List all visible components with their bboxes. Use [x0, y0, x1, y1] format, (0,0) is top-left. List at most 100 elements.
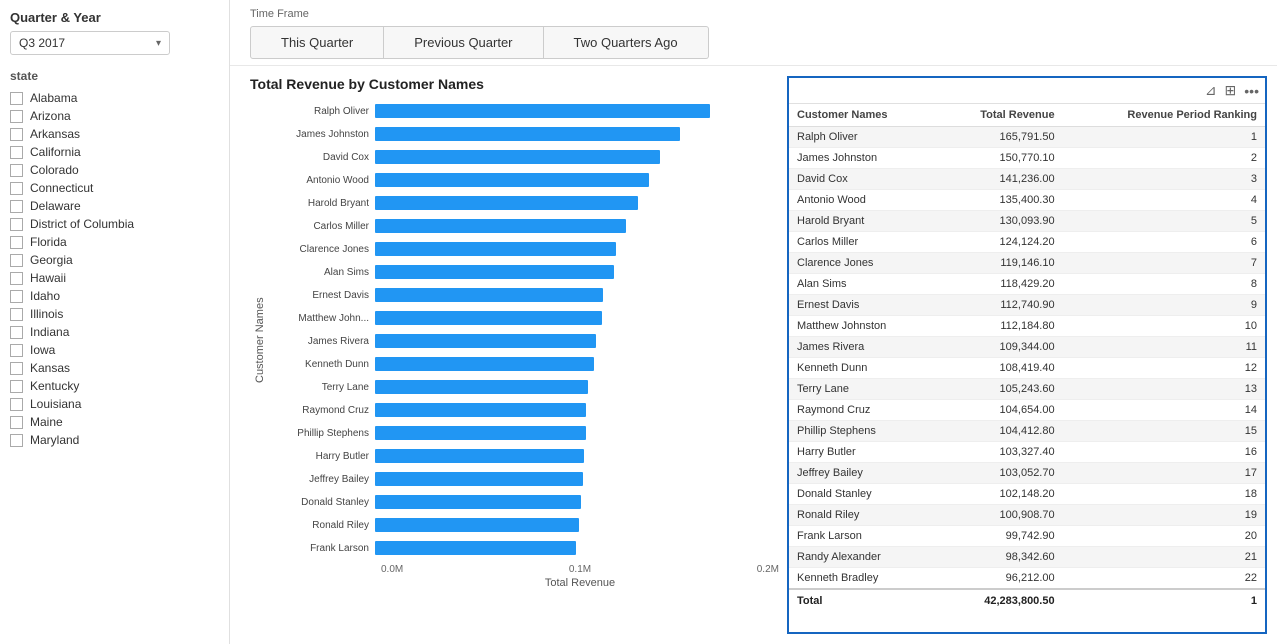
cell-name: Clarence Jones	[789, 253, 937, 274]
state-checkbox[interactable]	[10, 398, 23, 411]
bar-container	[375, 104, 779, 118]
state-checkbox[interactable]	[10, 218, 23, 231]
table-row: James Rivera 109,344.00 11	[789, 337, 1265, 358]
cell-revenue: 135,400.30	[937, 190, 1063, 211]
cell-revenue: 103,327.40	[937, 442, 1063, 463]
table-row: Kenneth Dunn 108,419.40 12	[789, 358, 1265, 379]
cell-rank: 7	[1063, 253, 1265, 274]
state-name: Kansas	[30, 361, 70, 375]
state-item[interactable]: Maryland	[10, 431, 219, 449]
state-item[interactable]: Delaware	[10, 197, 219, 215]
bar-row: Alan Sims	[270, 261, 779, 283]
state-item[interactable]: Kentucky	[10, 377, 219, 395]
bar-container	[375, 311, 779, 325]
bar-fill	[375, 541, 576, 555]
cell-rank: 13	[1063, 379, 1265, 400]
state-item[interactable]: Indiana	[10, 323, 219, 341]
tf-btn-this-quarter[interactable]: This Quarter	[250, 26, 384, 59]
table-row: Clarence Jones 119,146.10 7	[789, 253, 1265, 274]
cell-rank: 6	[1063, 232, 1265, 253]
state-item[interactable]: Arkansas	[10, 125, 219, 143]
cell-rank: 11	[1063, 337, 1265, 358]
tf-btn-previous-quarter[interactable]: Previous Quarter	[384, 26, 543, 59]
state-checkbox[interactable]	[10, 164, 23, 177]
table-scroll[interactable]: Customer Names Total Revenue Revenue Per…	[789, 104, 1265, 632]
state-item[interactable]: Georgia	[10, 251, 219, 269]
state-checkbox[interactable]	[10, 434, 23, 447]
state-checkbox[interactable]	[10, 182, 23, 195]
bar-container	[375, 426, 779, 440]
state-checkbox[interactable]	[10, 344, 23, 357]
state-checkbox[interactable]	[10, 110, 23, 123]
cell-revenue: 130,093.90	[937, 211, 1063, 232]
state-checkbox[interactable]	[10, 290, 23, 303]
state-name: Georgia	[30, 253, 73, 267]
bar-fill	[375, 196, 638, 210]
state-item[interactable]: Hawaii	[10, 269, 219, 287]
bar-label: Ralph Oliver	[270, 106, 375, 117]
cell-name: Harry Butler	[789, 442, 937, 463]
bar-fill	[375, 495, 581, 509]
bar-container	[375, 127, 779, 141]
state-item[interactable]: District of Columbia	[10, 215, 219, 233]
cell-revenue: 105,243.60	[937, 379, 1063, 400]
cell-revenue: 165,791.50	[937, 127, 1063, 148]
state-item[interactable]: Kansas	[10, 359, 219, 377]
state-checkbox[interactable]	[10, 128, 23, 141]
state-checkbox[interactable]	[10, 236, 23, 249]
footer-revenue: 42,283,800.50	[937, 589, 1063, 612]
bar-container	[375, 265, 779, 279]
bar-row: Clarence Jones	[270, 238, 779, 260]
cell-rank: 8	[1063, 274, 1265, 295]
col-customer-names: Customer Names	[789, 104, 937, 127]
state-item[interactable]: Idaho	[10, 287, 219, 305]
cell-rank: 4	[1063, 190, 1265, 211]
table-row: Jeffrey Bailey 103,052.70 17	[789, 463, 1265, 484]
state-checkbox[interactable]	[10, 416, 23, 429]
cell-name: Randy Alexander	[789, 547, 937, 568]
table-row: Raymond Cruz 104,654.00 14	[789, 400, 1265, 421]
x-axis-ticks: 0.0M0.1M0.2M	[270, 564, 779, 575]
state-item[interactable]: California	[10, 143, 219, 161]
state-item[interactable]: Illinois	[10, 305, 219, 323]
bar-container	[375, 334, 779, 348]
state-checkbox[interactable]	[10, 92, 23, 105]
cell-revenue: 108,419.40	[937, 358, 1063, 379]
more-icon[interactable]: •••	[1244, 83, 1259, 99]
bar-row: Jeffrey Bailey	[270, 468, 779, 490]
state-checkbox[interactable]	[10, 326, 23, 339]
tf-btn-two-quarters-ago[interactable]: Two Quarters Ago	[544, 26, 709, 59]
state-item[interactable]: Iowa	[10, 341, 219, 359]
filter-icon[interactable]: ⊿	[1205, 82, 1217, 99]
state-checkbox[interactable]	[10, 308, 23, 321]
table-footer: Total 42,283,800.50 1	[789, 589, 1265, 612]
quarter-year-dropdown[interactable]: Q3 2017 ▾	[10, 31, 170, 55]
expand-icon[interactable]: ⊞	[1225, 82, 1237, 99]
state-checkbox[interactable]	[10, 272, 23, 285]
revenue-table: Customer Names Total Revenue Revenue Per…	[789, 104, 1265, 612]
bar-row: Frank Larson	[270, 537, 779, 559]
cell-name: Kenneth Bradley	[789, 568, 937, 590]
state-checkbox[interactable]	[10, 146, 23, 159]
state-checkbox[interactable]	[10, 254, 23, 267]
table-row: Carlos Miller 124,124.20 6	[789, 232, 1265, 253]
bar-fill	[375, 311, 602, 325]
x-axis-label: Total Revenue	[270, 577, 779, 589]
state-checkbox[interactable]	[10, 200, 23, 213]
state-item[interactable]: Colorado	[10, 161, 219, 179]
table-toolbar: ⊿ ⊞ •••	[789, 78, 1265, 104]
state-item[interactable]: Florida	[10, 233, 219, 251]
state-item[interactable]: Louisiana	[10, 395, 219, 413]
state-item[interactable]: Connecticut	[10, 179, 219, 197]
footer-rank: 1	[1063, 589, 1265, 612]
table-row: Matthew Johnston 112,184.80 10	[789, 316, 1265, 337]
cell-rank: 3	[1063, 169, 1265, 190]
bar-row: Harold Bryant	[270, 192, 779, 214]
bar-fill	[375, 518, 579, 532]
state-item[interactable]: Maine	[10, 413, 219, 431]
chart-section: Total Revenue by Customer Names Customer…	[250, 76, 779, 634]
state-checkbox[interactable]	[10, 362, 23, 375]
state-item[interactable]: Alabama	[10, 89, 219, 107]
state-item[interactable]: Arizona	[10, 107, 219, 125]
state-checkbox[interactable]	[10, 380, 23, 393]
